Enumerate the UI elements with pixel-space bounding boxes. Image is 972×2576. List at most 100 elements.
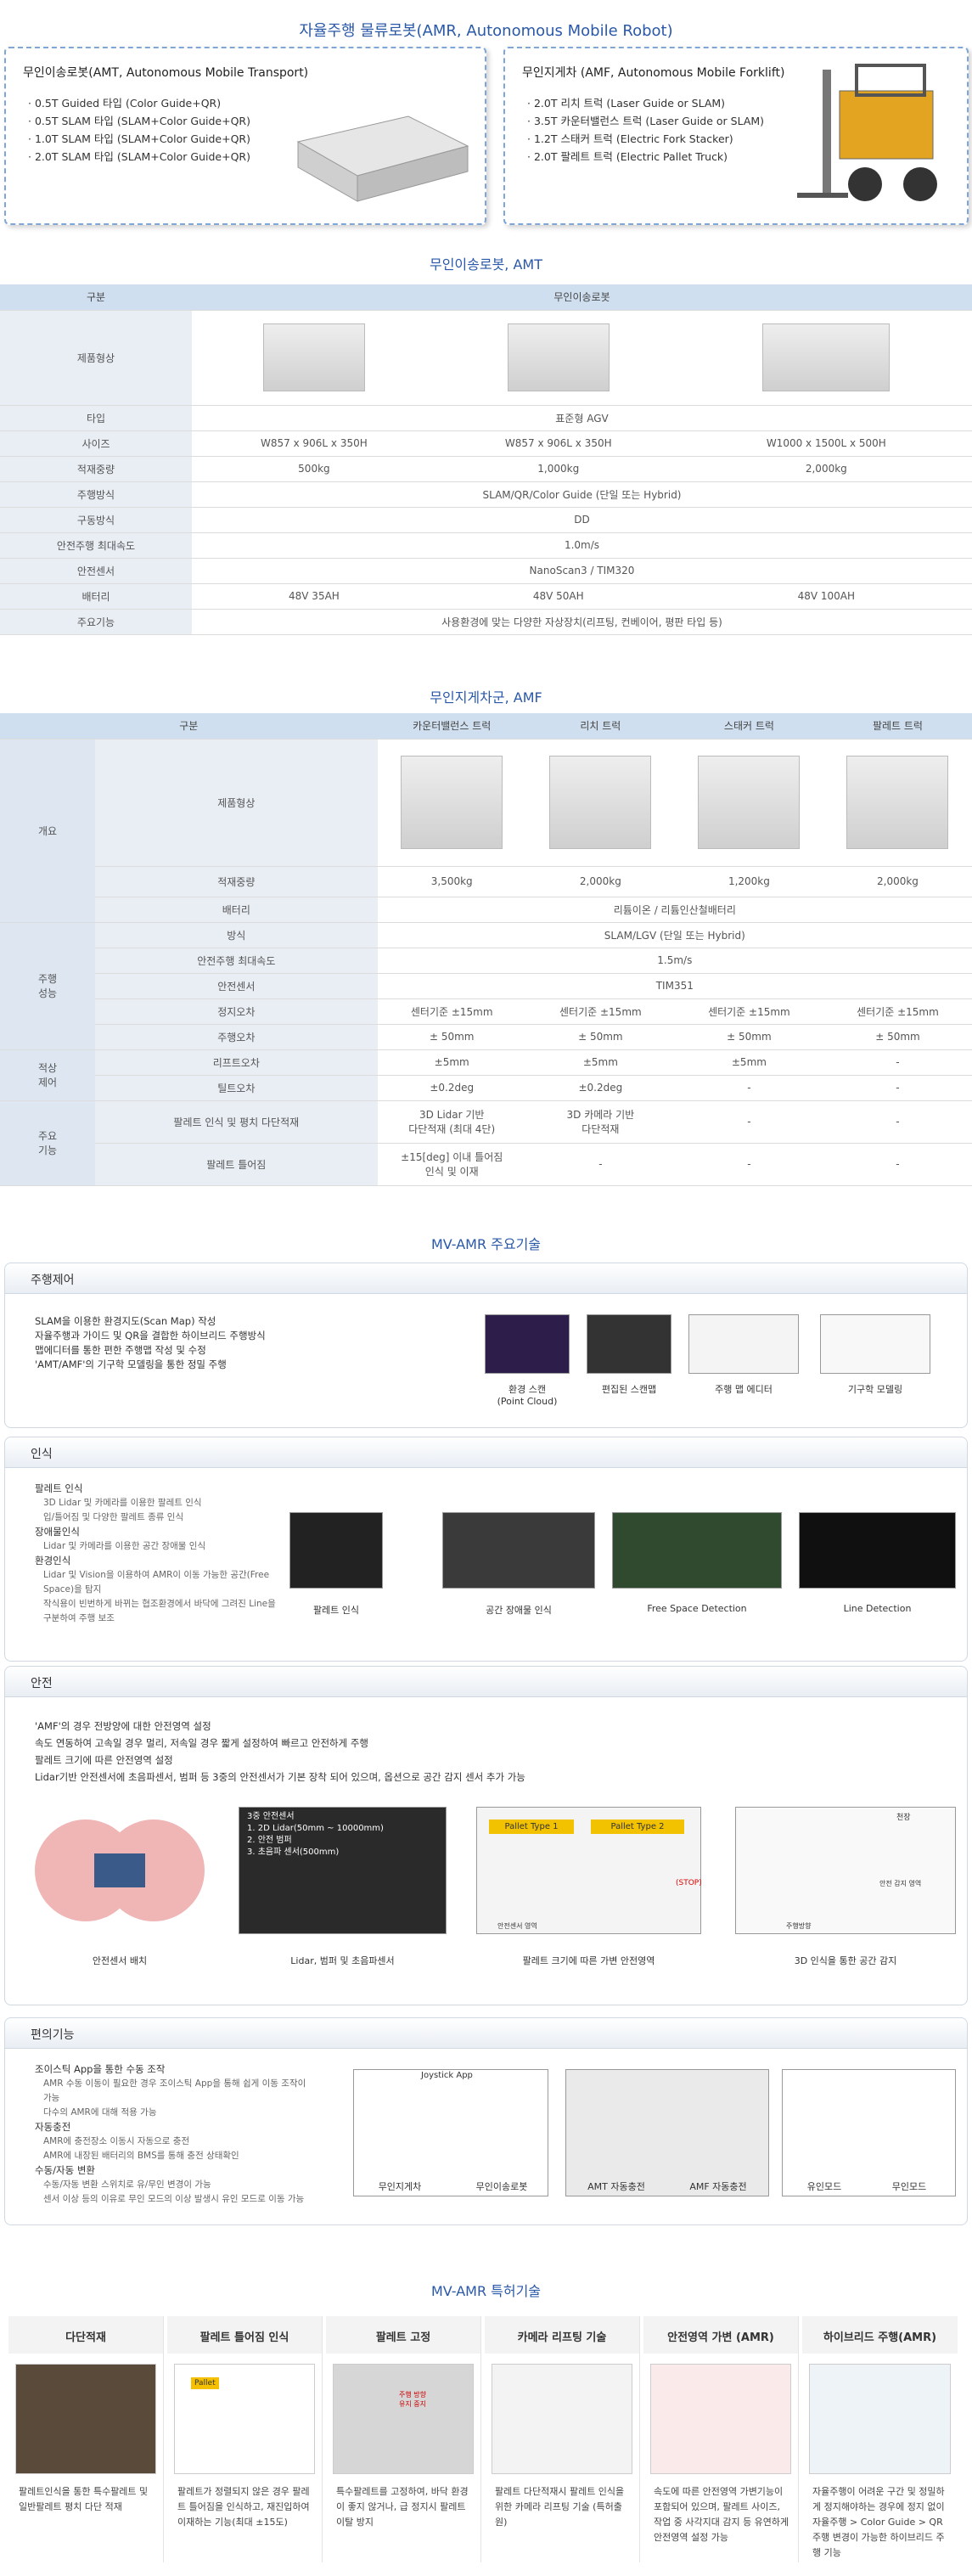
row-label: 사이즈 — [0, 430, 192, 457]
table-cell: NanoScan3 / TIM320 — [192, 558, 972, 584]
patent-heading: 팔레트 틀어짐 인식 — [167, 2316, 322, 2354]
section-heading: 인식 — [5, 1437, 967, 1468]
bullet-list: SLAM을 이용한 환경지도(Scan Map) 작성 자율주행과 가이드 및 … — [35, 1314, 266, 1372]
amt-robot-image — [296, 115, 469, 202]
bullet-list: 팔레트 인식 3D Lidar 및 카메라를 이용한 팔레트 인식 입/틀어짐 … — [35, 1482, 281, 1626]
table-cell: 1.0m/s — [192, 532, 972, 559]
table-cell: 1,000kg — [435, 456, 681, 482]
row-label: 타입 — [0, 405, 192, 431]
lidar-item: 2. 안전 범퍼 — [247, 1836, 292, 1845]
caption: 팔레트 크기에 따른 가변 안전영역 — [522, 1955, 655, 1966]
row-label: 주요기능 — [0, 609, 192, 635]
caption: 팔레트 인식 — [312, 1605, 360, 1616]
scan-image — [485, 1314, 570, 1374]
pallet-type-2: Pallet Type 2 — [591, 1820, 684, 1834]
amt-spec-table: 구분 무인이송로봇 제품형상 타입 표준형 AGV 사이즈 W857 x 906L x… — [0, 284, 972, 635]
tech-title: MV-AMR 주요기술 — [430, 1236, 542, 1252]
group-label: 적상 제어 — [0, 1049, 95, 1101]
group-label: 주요 기능 — [0, 1100, 95, 1186]
bullet: 'AMT/AMF'의 기구학 모델링을 통한 정밀 주행 — [35, 1358, 227, 1370]
sub-bullet: 3D Lidar 및 카메라를 이용한 팔레트 인식 — [43, 1498, 202, 1508]
amf-table-title: 무인지게차군, AMF — [430, 689, 542, 706]
table-cell: 3D 카메라 기반 다단적재 — [525, 1100, 675, 1144]
row-label: 제품형상 — [95, 739, 378, 867]
patent-heading: 팔레트 고정 — [326, 2316, 480, 2354]
product-image — [680, 310, 972, 406]
patent-heading: 다단적재 — [8, 2316, 163, 2354]
pallet-type-1: Pallet Type 1 — [489, 1820, 574, 1834]
row-label: 틸트오차 — [95, 1075, 378, 1101]
kinematics-image — [820, 1314, 930, 1374]
caption: 무인지게차 — [378, 2181, 422, 2192]
editor-image — [688, 1314, 799, 1374]
amt-card: 무인이송로봇(AMT, Autonomous Mobile Transport)… — [4, 47, 486, 225]
bullet: SLAM을 이용한 환경지도(Scan Map) 작성 — [35, 1315, 216, 1327]
sub-bullet: Lidar 및 Vision을 이용하여 AMR이 이동 가능한 공간(Free… — [43, 1570, 270, 1595]
table-header: 구분 — [0, 284, 192, 311]
line-detect-image — [799, 1512, 956, 1589]
table-cell: - — [674, 1100, 823, 1144]
caption: Free Space Detection — [647, 1603, 747, 1614]
row-label: 주행오차 — [95, 1024, 378, 1050]
charging-image — [565, 2069, 769, 2196]
obstacle-image — [442, 1512, 595, 1589]
table-cell: SLAM/QR/Color Guide (단일 또는 Hybrid) — [192, 481, 972, 508]
map-image — [587, 1314, 671, 1374]
patent-item: 팔레트 고정 특수팔레트를 고정하여, 바닥 환경이 좋지 않거나, 급 정지시 … — [326, 2316, 481, 2562]
bullet: 환경인식 — [35, 1555, 71, 1566]
patent-heading: 하이브리드 주행(AMR) — [802, 2316, 958, 2354]
table-cell: ± 50mm — [377, 1024, 526, 1050]
caption: 유인모드 — [806, 2181, 842, 2192]
table-cell: W857 x 906L x 350H — [192, 430, 436, 457]
patent-item: 다단적재 팔레트인식을 통한 특수팔레트 및 일반팔레트 평치 다단 적재 — [8, 2316, 164, 2562]
table-cell: - — [674, 1075, 823, 1101]
table-cell: ±15[deg] 이내 틀어짐 인식 및 이재 — [377, 1143, 526, 1186]
amf-card: 무인지게차 (AMF, Autonomous Mobile Forklift) … — [503, 47, 969, 225]
row-label: 안전주행 최대속도 — [0, 532, 192, 559]
table-cell: ± 50mm — [823, 1024, 972, 1050]
table-cell: - — [823, 1075, 972, 1101]
table-cell: ±5mm — [525, 1049, 675, 1076]
section-heading: 편의기능 — [5, 2018, 967, 2049]
row-label: 구동방식 — [0, 507, 192, 533]
bullet: 속도 연동하여 고속일 경우 멀리, 저속일 경우 짧게 설정하여 빠르고 안전… — [35, 1737, 369, 1749]
sub-bullet: 센서 이상 등의 이유로 무인 모드의 이상 발생시 유인 모드로 이동 가능 — [43, 2194, 305, 2204]
patent-image — [333, 2364, 474, 2474]
table-cell: 3,500kg — [377, 866, 526, 897]
table-cell: 리튬이온 / 리튬인산철배터리 — [377, 897, 972, 923]
zone-label: 안전센서 영역 — [497, 1922, 537, 1930]
row-label: 방식 — [95, 922, 378, 948]
bullet: 자동충전 — [35, 2121, 71, 2133]
table-cell: 센터기준 ±15mm — [525, 998, 675, 1025]
caption: 편집된 스캔맵 — [601, 1384, 657, 1395]
caption: 기구학 모델링 — [847, 1384, 903, 1395]
caption: Line Detection — [843, 1603, 912, 1614]
row-label: 배터리 — [95, 897, 378, 923]
patent-image — [492, 2364, 632, 2474]
caption: AMT 자동충전 — [587, 2181, 645, 2192]
caption: Lidar, 범퍼 및 초음파센서 — [290, 1955, 395, 1966]
table-header: 구분 — [0, 713, 378, 740]
caption: 안전센서 배치 — [92, 1955, 148, 1966]
row-label: 안전센서 — [95, 973, 378, 999]
row-label: 적재중량 — [95, 866, 378, 897]
table-cell: ±0.2deg — [377, 1075, 526, 1101]
table-cell: - — [823, 1143, 972, 1186]
patents-title: MV-AMR 특허기술 — [430, 2283, 542, 2299]
product-image — [377, 739, 526, 867]
table-cell: - — [525, 1143, 675, 1186]
caption: 환경 스캔 (Point Cloud) — [497, 1384, 558, 1407]
row-label: 안전주행 최대속도 — [95, 948, 378, 974]
page-title: 자율주행 물류로봇(AMR, Autonomous Mobile Robot) — [299, 22, 673, 40]
joystick-label: Joystick App — [421, 2071, 473, 2080]
patent-image — [650, 2364, 791, 2474]
table-cell: 표준형 AGV — [192, 405, 972, 431]
bullet: 조이스틱 App을 통한 수동 조작 — [35, 2063, 166, 2075]
product-image — [435, 310, 681, 406]
patent-item: 카메라 리프팅 기술 팔레트 다단적재시 팔레트 인식을 위한 카메라 리프팅 기… — [485, 2316, 640, 2562]
table-cell: 1,200kg — [674, 866, 823, 897]
bullet: 자율주행과 가이드 및 QR을 결합한 하이브리드 주행방식 — [35, 1330, 266, 1341]
space-detect-image — [735, 1807, 956, 1934]
bullet: 수동/자동 변환 — [35, 2164, 96, 2176]
row-label: 팔레트 인식 및 평치 다단적재 — [95, 1100, 378, 1144]
